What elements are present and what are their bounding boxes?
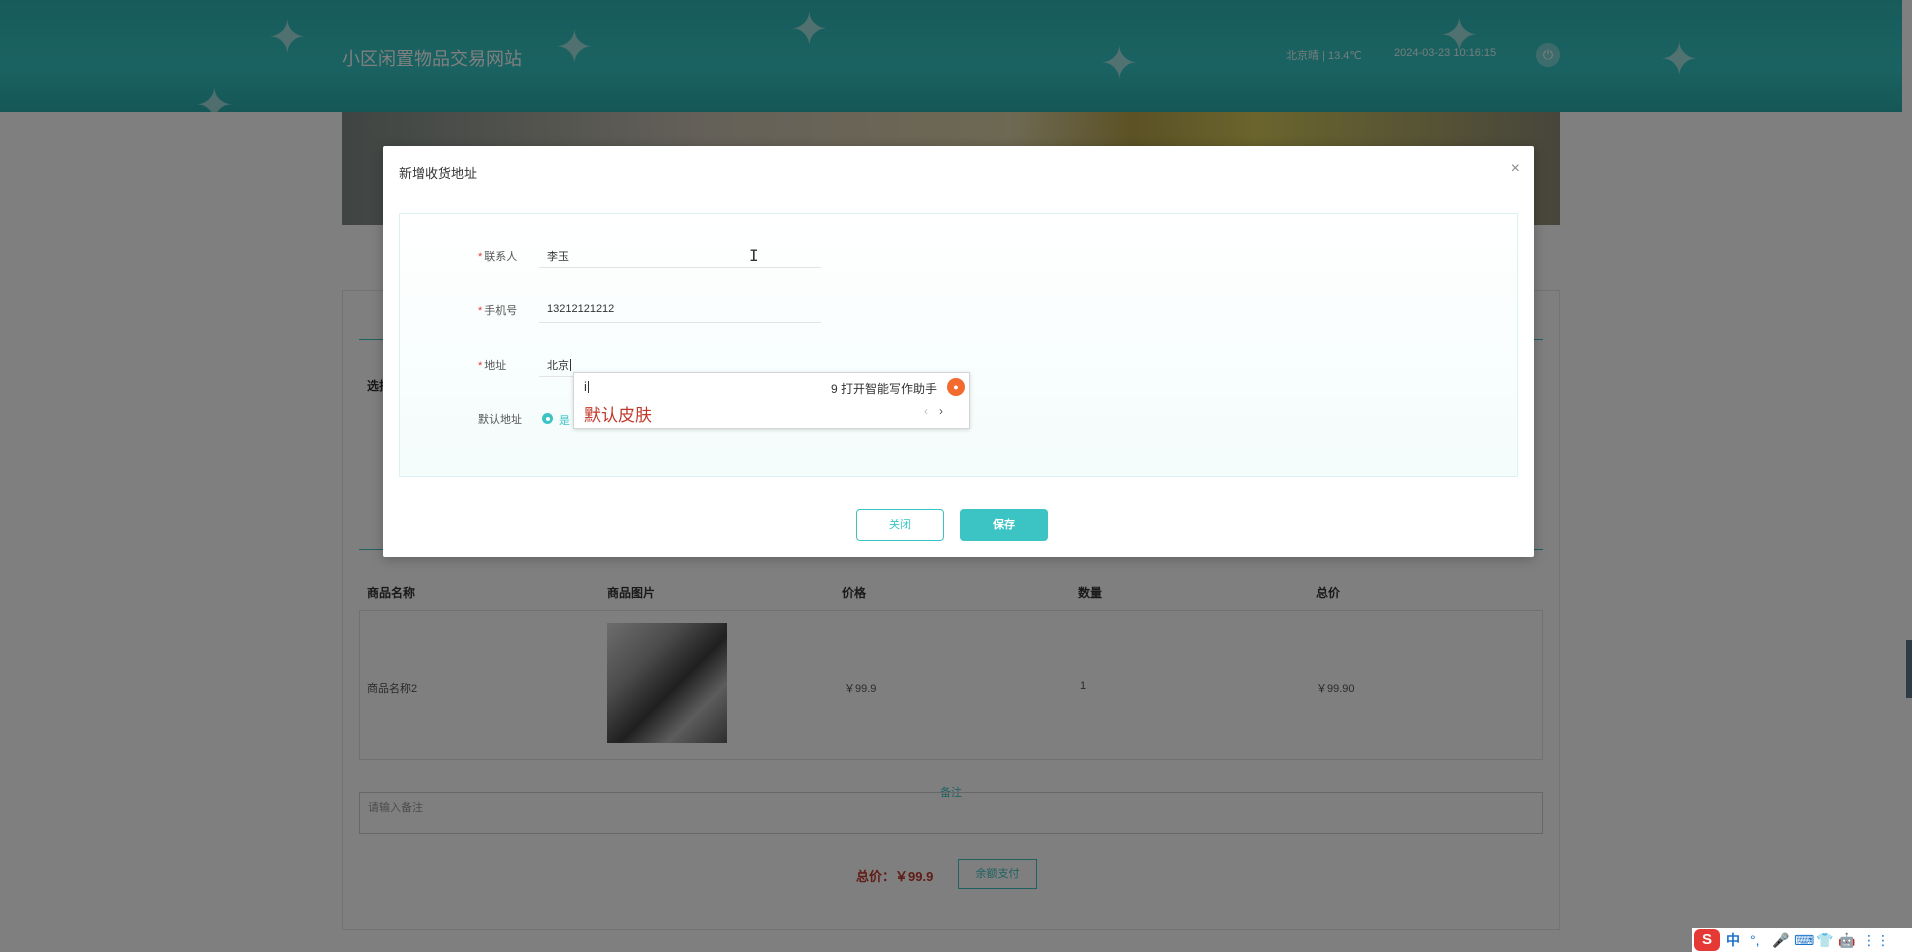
ime-candidate[interactable]: 默认皮肤 xyxy=(584,401,652,426)
ime-prev-page-icon[interactable]: ‹ xyxy=(924,404,928,418)
required-mark: * xyxy=(478,305,483,317)
skin-icon[interactable]: 👕 xyxy=(1816,931,1833,949)
microphone-icon[interactable]: 🎤 xyxy=(1772,931,1789,949)
contact-input[interactable]: 李玉 xyxy=(539,240,821,268)
default-address-label: 默认地址 xyxy=(478,414,522,426)
required-mark: * xyxy=(478,360,483,372)
ime-assistant-icon[interactable]: ● xyxy=(947,378,965,396)
ime-next-page-icon[interactable]: › xyxy=(939,404,943,418)
close-button[interactable]: 关闭 xyxy=(856,509,944,541)
punctuation-icon[interactable]: °, xyxy=(1750,931,1760,949)
side-scroll-tab[interactable] xyxy=(1906,640,1912,698)
ime-writing-assistant-hint[interactable]: 9 打开智能写作助手 xyxy=(831,380,937,397)
phone-label: * 手机号 xyxy=(478,305,518,317)
ime-composition: i xyxy=(584,379,589,394)
ime-status-bar: S 中 °, 🎤 ⌨ 👕 🤖 ⋮⋮ xyxy=(1692,928,1912,952)
mouse-ibeam-cursor-icon: I xyxy=(749,246,759,265)
address-label: * 地址 xyxy=(478,360,507,372)
keyboard-icon[interactable]: ⌨ xyxy=(1794,931,1814,949)
add-address-dialog: 新增收货地址 × * 联系人 李玉 * 手机号 13212121212 * 地址 北京… xyxy=(383,146,1534,557)
phone-input[interactable]: 13212121212 xyxy=(539,295,821,323)
close-icon[interactable]: × xyxy=(1511,160,1520,178)
dialog-title: 新增收货地址 xyxy=(399,166,478,181)
ime-candidate-popup: i 9 打开智能写作助手 ● 默认皮肤 ‹ › xyxy=(573,372,970,429)
default-yes-label[interactable]: 是 xyxy=(559,412,570,428)
required-mark: * xyxy=(478,251,483,263)
default-yes-radio[interactable] xyxy=(542,413,553,424)
ime-lang-toggle[interactable]: 中 xyxy=(1726,931,1740,949)
contact-label: * 联系人 xyxy=(478,251,518,263)
sogou-logo-icon[interactable]: S xyxy=(1694,929,1720,951)
save-button[interactable]: 保存 xyxy=(960,509,1048,541)
toolbox-grid-icon[interactable]: ⋮⋮ xyxy=(1862,931,1890,949)
assistant-robot-icon[interactable]: 🤖 xyxy=(1838,931,1855,949)
text-caret xyxy=(570,359,571,371)
